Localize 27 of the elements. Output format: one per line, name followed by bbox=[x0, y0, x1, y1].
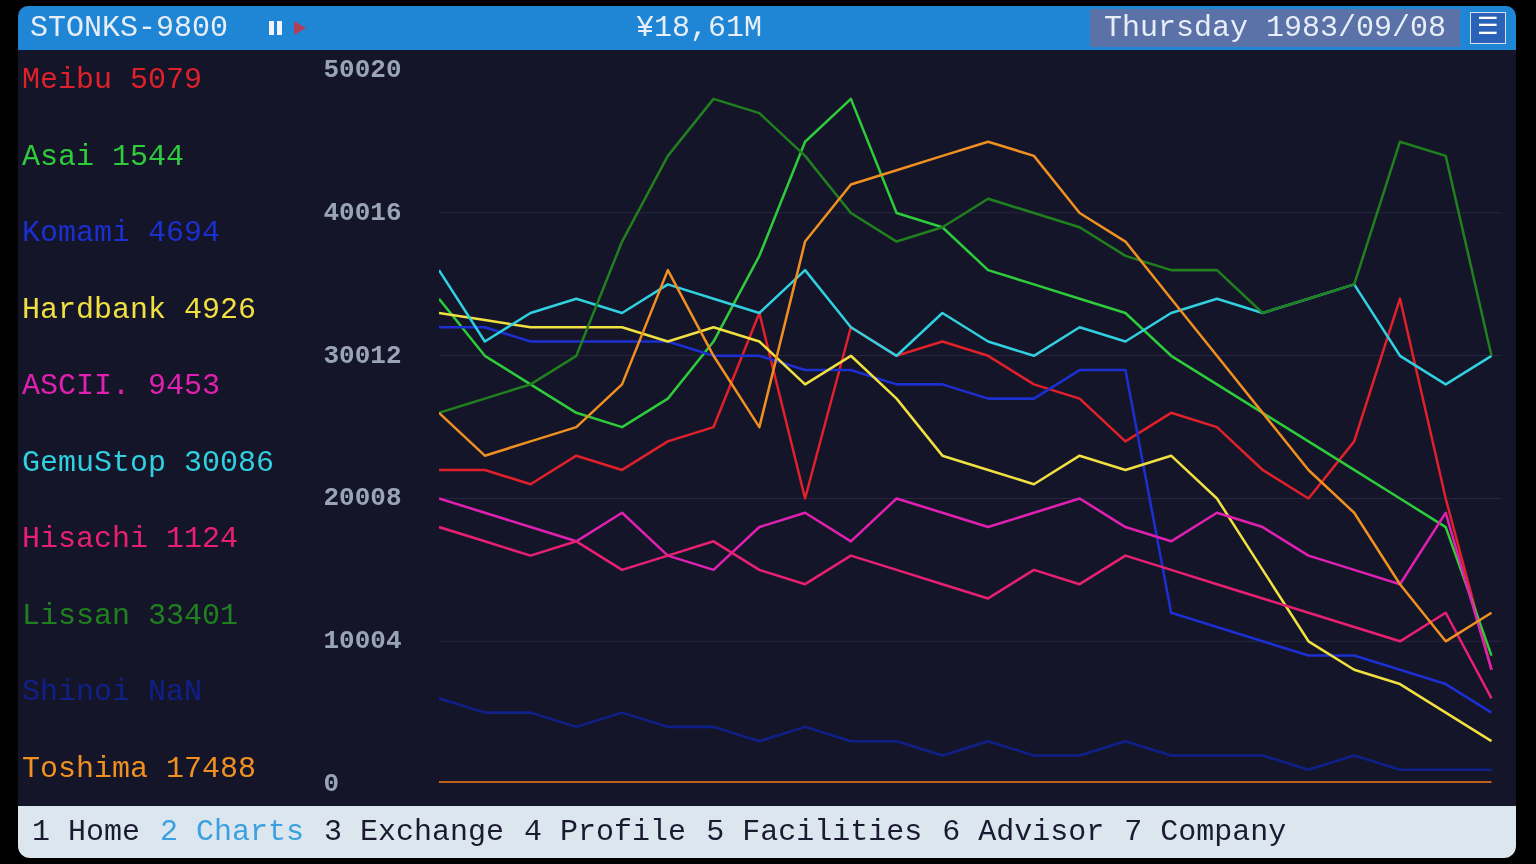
pause-icon[interactable] bbox=[268, 19, 284, 37]
tab[interactable]: 4 Profile bbox=[518, 810, 701, 854]
app-title: STONKS-9800 bbox=[29, 9, 230, 47]
legend-entry: Toshima 17488 bbox=[22, 750, 258, 788]
axis-label: 0 bbox=[323, 771, 340, 797]
axis-label: 20008 bbox=[323, 485, 402, 512]
axis-label: 50020 bbox=[323, 57, 402, 83]
legend-entry: Meibu 5079 bbox=[22, 62, 204, 99]
legend-entry: Shinoi NaN bbox=[22, 674, 204, 712]
axis-label: 40016 bbox=[323, 199, 402, 226]
legend-entry: ASCII. 9453 bbox=[22, 368, 222, 406]
legend-entry: Komami 4694 bbox=[22, 215, 222, 253]
tab[interactable]: 3 Exchange bbox=[318, 810, 519, 854]
tab[interactable]: 6 Advisor bbox=[936, 810, 1119, 854]
money-amount: ¥18,61M bbox=[634, 9, 763, 47]
date-display: Thursday 1983/09/08 bbox=[1089, 9, 1460, 47]
axis-label: 10004 bbox=[323, 628, 402, 655]
legend-entry: Asai 1544 bbox=[22, 138, 186, 176]
legend-entry: Hardbank 4926 bbox=[22, 291, 258, 329]
legend-entry: Lissan 33401 bbox=[22, 597, 240, 635]
tab[interactable]: 5 Facilities bbox=[700, 810, 937, 854]
axis-label: 30012 bbox=[323, 342, 402, 369]
tab[interactable]: 7 Company bbox=[1118, 810, 1301, 854]
legend-entry: GemuStop 30086 bbox=[22, 444, 276, 482]
menu-button[interactable]: ☰ bbox=[1470, 12, 1506, 44]
tab[interactable]: 1 Home bbox=[26, 810, 155, 854]
legend-entry: Hisachi 1124 bbox=[22, 521, 240, 559]
